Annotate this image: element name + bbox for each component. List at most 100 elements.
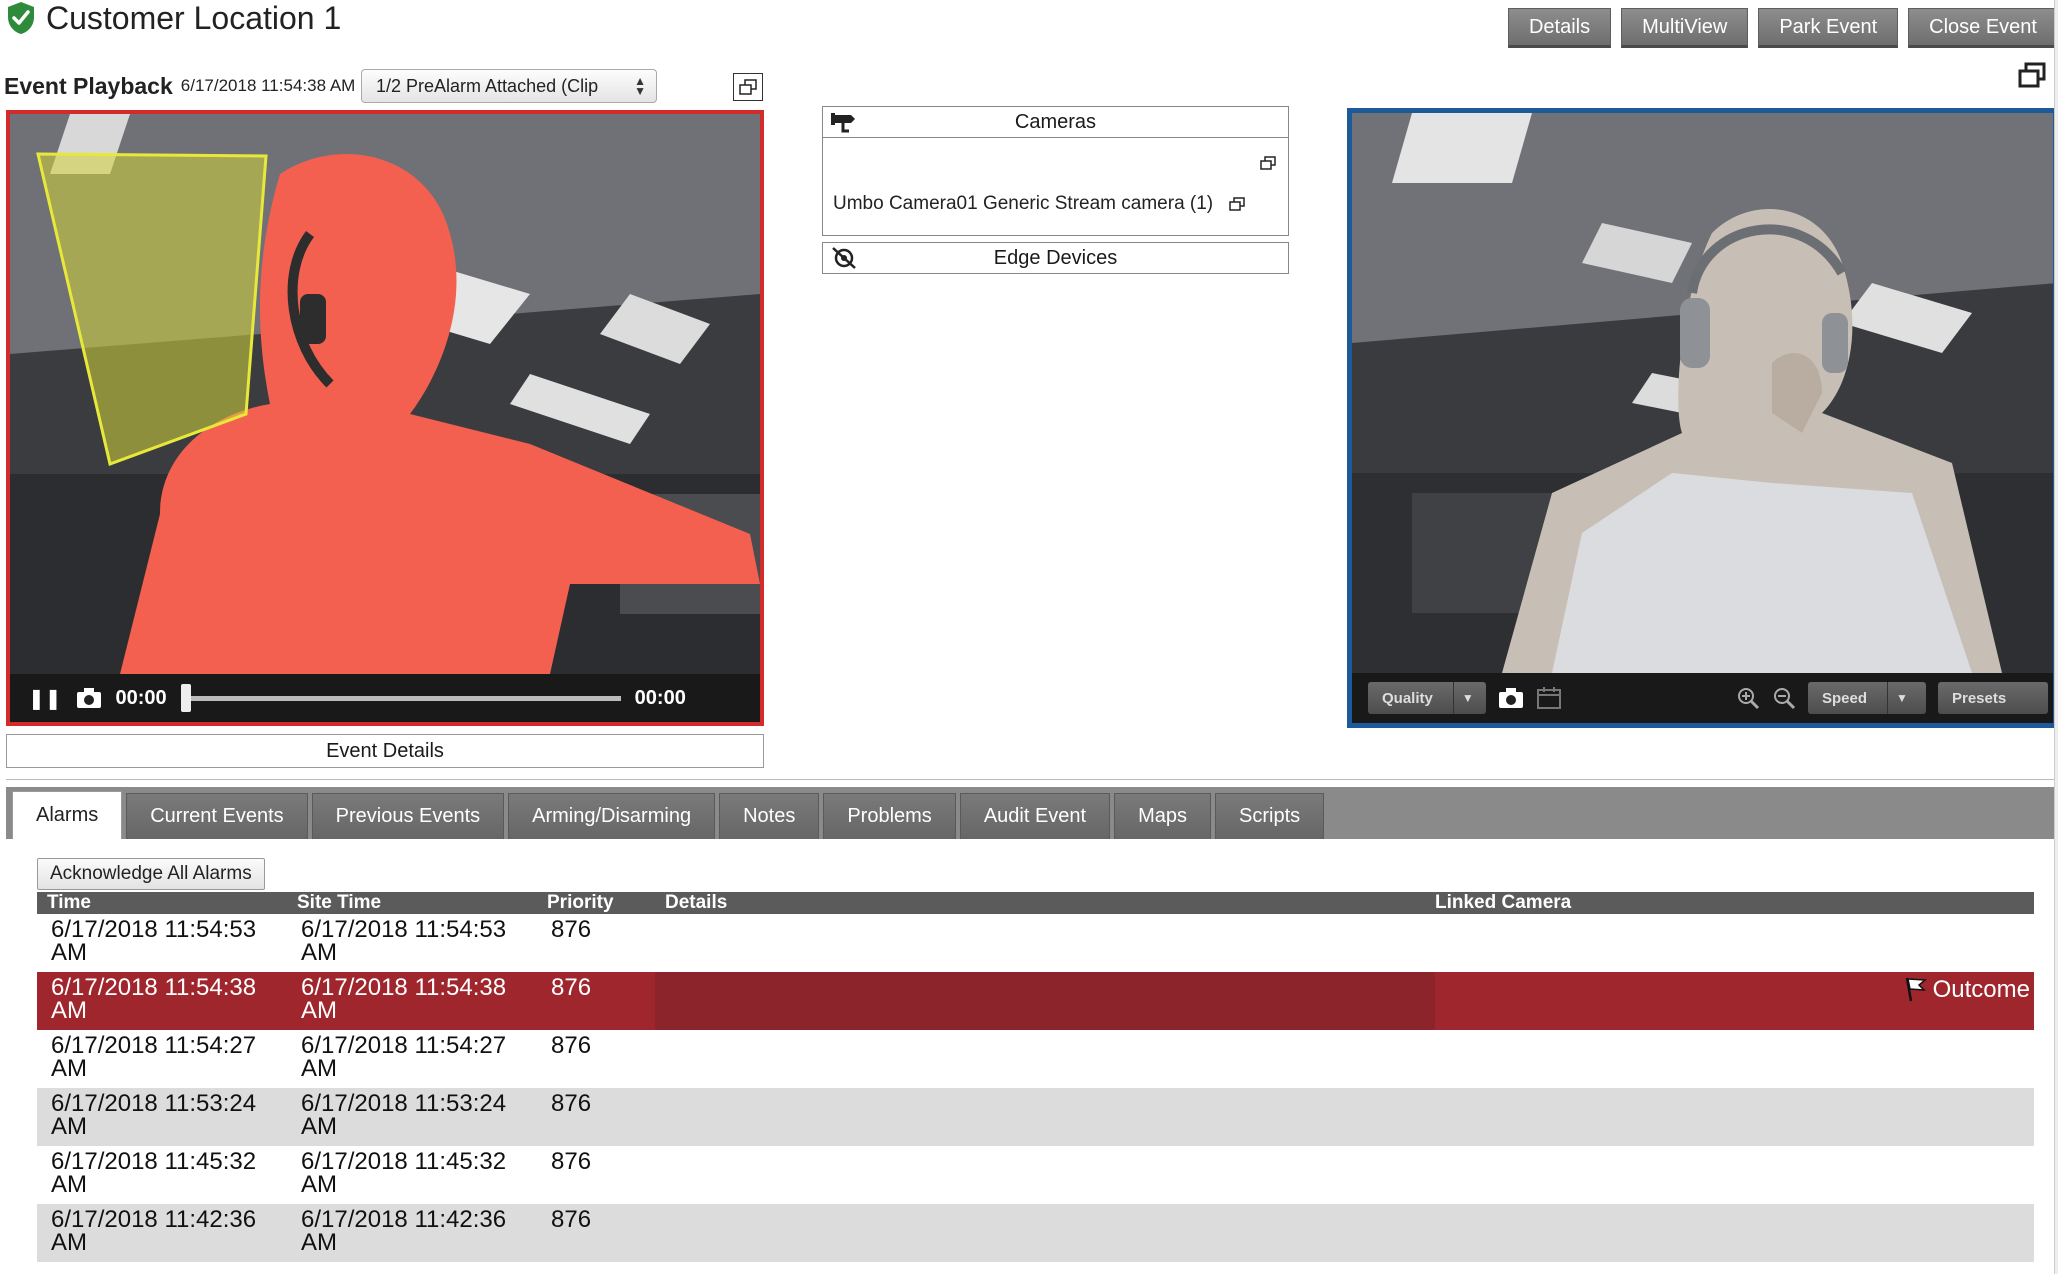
cell-priority: 876 (537, 914, 655, 972)
cell-details (655, 1146, 1435, 1204)
tab-audit-event[interactable]: Audit Event (959, 793, 1111, 839)
calendar-icon[interactable] (1536, 686, 1562, 710)
popout-window-icon[interactable] (2018, 62, 2046, 88)
event-playback-header: Event Playback 6/17/2018 11:54:38 AM (4, 70, 355, 102)
seek-slider[interactable] (180, 683, 621, 712)
cell-time: 6/17/2018 11:42:36 AM (37, 1204, 287, 1262)
event-details-toggle[interactable]: Event Details (6, 734, 764, 768)
tab-arming-disarming[interactable]: Arming/Disarming (508, 793, 716, 839)
cell-priority: 876 (537, 1088, 655, 1146)
multiview-button[interactable]: MultiView (1621, 8, 1749, 48)
cell-time: 6/17/2018 11:53:24 AM (37, 1088, 287, 1146)
seek-thumb[interactable] (180, 683, 191, 712)
cell-priority: 876 (537, 1146, 655, 1204)
edge-device-hidden-icon (832, 247, 856, 269)
tab-previous-events[interactable]: Previous Events (311, 793, 505, 839)
popout-icon[interactable] (1229, 197, 1245, 211)
tab-maps[interactable]: Maps (1114, 793, 1212, 839)
table-header-row: Time Site Time Priority Details Linked C… (37, 892, 2034, 914)
popout-icon[interactable] (1260, 156, 1276, 170)
live-controls: Quality ▼ Speed ▼ Presets (1352, 673, 2053, 723)
snapshot-icon[interactable] (76, 687, 102, 709)
table-row[interactable]: 6/17/2018 11:42:36 AM 6/17/2018 11:42:36… (37, 1204, 2034, 1262)
event-details-label: Event Details (326, 739, 444, 762)
cell-priority: 876 (537, 1204, 655, 1262)
tab-problems[interactable]: Problems (823, 793, 956, 839)
top-actions: Details MultiView Park Event Close Event (1507, 8, 2058, 48)
cell-linked-camera: Outcome (1435, 972, 2034, 1030)
cell-time: 6/17/2018 11:54:27 AM (37, 1030, 287, 1088)
quality-dropdown[interactable]: Quality ▼ (1368, 682, 1486, 714)
cell-details (655, 1088, 1435, 1146)
close-event-button[interactable]: Close Event (1908, 8, 2058, 48)
quality-label: Quality (1382, 689, 1433, 707)
table-row[interactable]: 6/17/2018 11:54:27 AM 6/17/2018 11:54:27… (37, 1030, 2034, 1088)
cameras-panel: Cameras Umbo Camera01 Generic Stream cam… (822, 106, 1289, 274)
shield-check-icon (8, 2, 34, 34)
chevron-down-icon: ▼ (1452, 682, 1482, 714)
cell-priority: 876 (537, 972, 655, 1030)
site-title-text: Customer Location 1 (46, 0, 342, 36)
cell-time: 6/17/2018 11:54:53 AM (37, 914, 287, 972)
window-scrollbar[interactable] (2054, 0, 2058, 1274)
cell-details (655, 972, 1435, 1030)
popout-icon (739, 79, 757, 95)
pause-icon[interactable]: ❚❚ (28, 686, 62, 711)
outcome-button[interactable]: Outcome (1903, 976, 2034, 1002)
table-row[interactable]: 6/17/2018 11:53:24 AM 6/17/2018 11:53:24… (37, 1088, 2034, 1146)
live-camera-video[interactable]: Quality ▼ Speed ▼ Presets (1347, 108, 2058, 728)
table-row[interactable]: 6/17/2018 11:54:53 AM 6/17/2018 11:54:53… (37, 914, 2034, 972)
edge-devices-header[interactable]: Edge Devices (822, 242, 1289, 274)
column-header-site-time[interactable]: Site Time (287, 892, 537, 914)
cell-linked-camera (1435, 1204, 2034, 1262)
outcome-label: Outcome (1932, 975, 2030, 1003)
details-button[interactable]: Details (1507, 8, 1612, 48)
chevron-down-icon: ▼ (1887, 682, 1916, 714)
camera-icon (831, 113, 855, 133)
snapshot-icon[interactable] (1498, 687, 1524, 709)
table-row[interactable]: 6/17/2018 11:45:32 AM 6/17/2018 11:45:32… (37, 1146, 2034, 1204)
cell-details (655, 1204, 1435, 1262)
live-frame (1352, 113, 2053, 673)
cell-linked-camera (1435, 1088, 2034, 1146)
clip-select-value: 1/2 PreAlarm Attached (Clip (376, 75, 599, 96)
zoom-in-icon[interactable] (1736, 686, 1760, 710)
camera-list-item[interactable]: Umbo Camera01 Generic Stream camera (1) (833, 193, 1245, 215)
tab-alarms[interactable]: Alarms (12, 791, 123, 839)
tab-current-events[interactable]: Current Events (126, 793, 308, 839)
playback-popout-button[interactable] (733, 73, 763, 101)
divider (6, 779, 2058, 780)
camera-list: Umbo Camera01 Generic Stream camera (1) (822, 138, 1289, 236)
cell-priority: 876 (537, 1030, 655, 1088)
presets-dropdown[interactable]: Presets (1938, 682, 2048, 714)
playback-frame (10, 114, 760, 674)
cell-linked-camera (1435, 1030, 2034, 1088)
acknowledge-all-alarms-button[interactable]: Acknowledge All Alarms (37, 858, 265, 890)
current-time: 00:00 (115, 686, 167, 709)
tab-scripts[interactable]: Scripts (1215, 793, 1325, 839)
tab-notes[interactable]: Notes (719, 793, 820, 839)
edge-devices-label: Edge Devices (993, 246, 1118, 269)
clip-select[interactable]: 1/2 PreAlarm Attached (Clip ▲ ▼ (361, 69, 657, 103)
camera-item-label: Umbo Camera01 Generic Stream camera (1) (833, 193, 1214, 214)
cameras-header[interactable]: Cameras (822, 106, 1289, 138)
cell-site-time: 6/17/2018 11:54:27 AM (287, 1030, 537, 1088)
event-playback-video[interactable]: ❚❚ 00:00 00:00 (6, 110, 764, 726)
playback-controls: ❚❚ 00:00 00:00 (10, 674, 760, 722)
column-header-linked-camera[interactable]: Linked Camera (1435, 892, 2034, 914)
event-tabs: Alarms Current Events Previous Events Ar… (6, 787, 2058, 839)
zoom-out-icon[interactable] (1772, 686, 1796, 710)
speed-dropdown[interactable]: Speed ▼ (1808, 682, 1926, 714)
column-header-time[interactable]: Time (37, 892, 287, 914)
select-arrows-icon: ▲ ▼ (634, 74, 646, 98)
park-event-button[interactable]: Park Event (1758, 8, 1899, 48)
total-time: 00:00 (634, 686, 686, 709)
table-row-selected[interactable]: 6/17/2018 11:54:38 AM 6/17/2018 11:54:38… (37, 972, 2034, 1030)
cell-time: 6/17/2018 11:54:38 AM (37, 972, 287, 1030)
site-title: Customer Location 1 (6, 0, 341, 36)
event-playback-timestamp: 6/17/2018 11:54:38 AM (180, 76, 356, 95)
column-header-details[interactable]: Details (655, 892, 1435, 914)
column-header-priority[interactable]: Priority (537, 892, 655, 914)
cell-site-time: 6/17/2018 11:53:24 AM (287, 1088, 537, 1146)
presets-label: Presets (1952, 689, 2007, 707)
